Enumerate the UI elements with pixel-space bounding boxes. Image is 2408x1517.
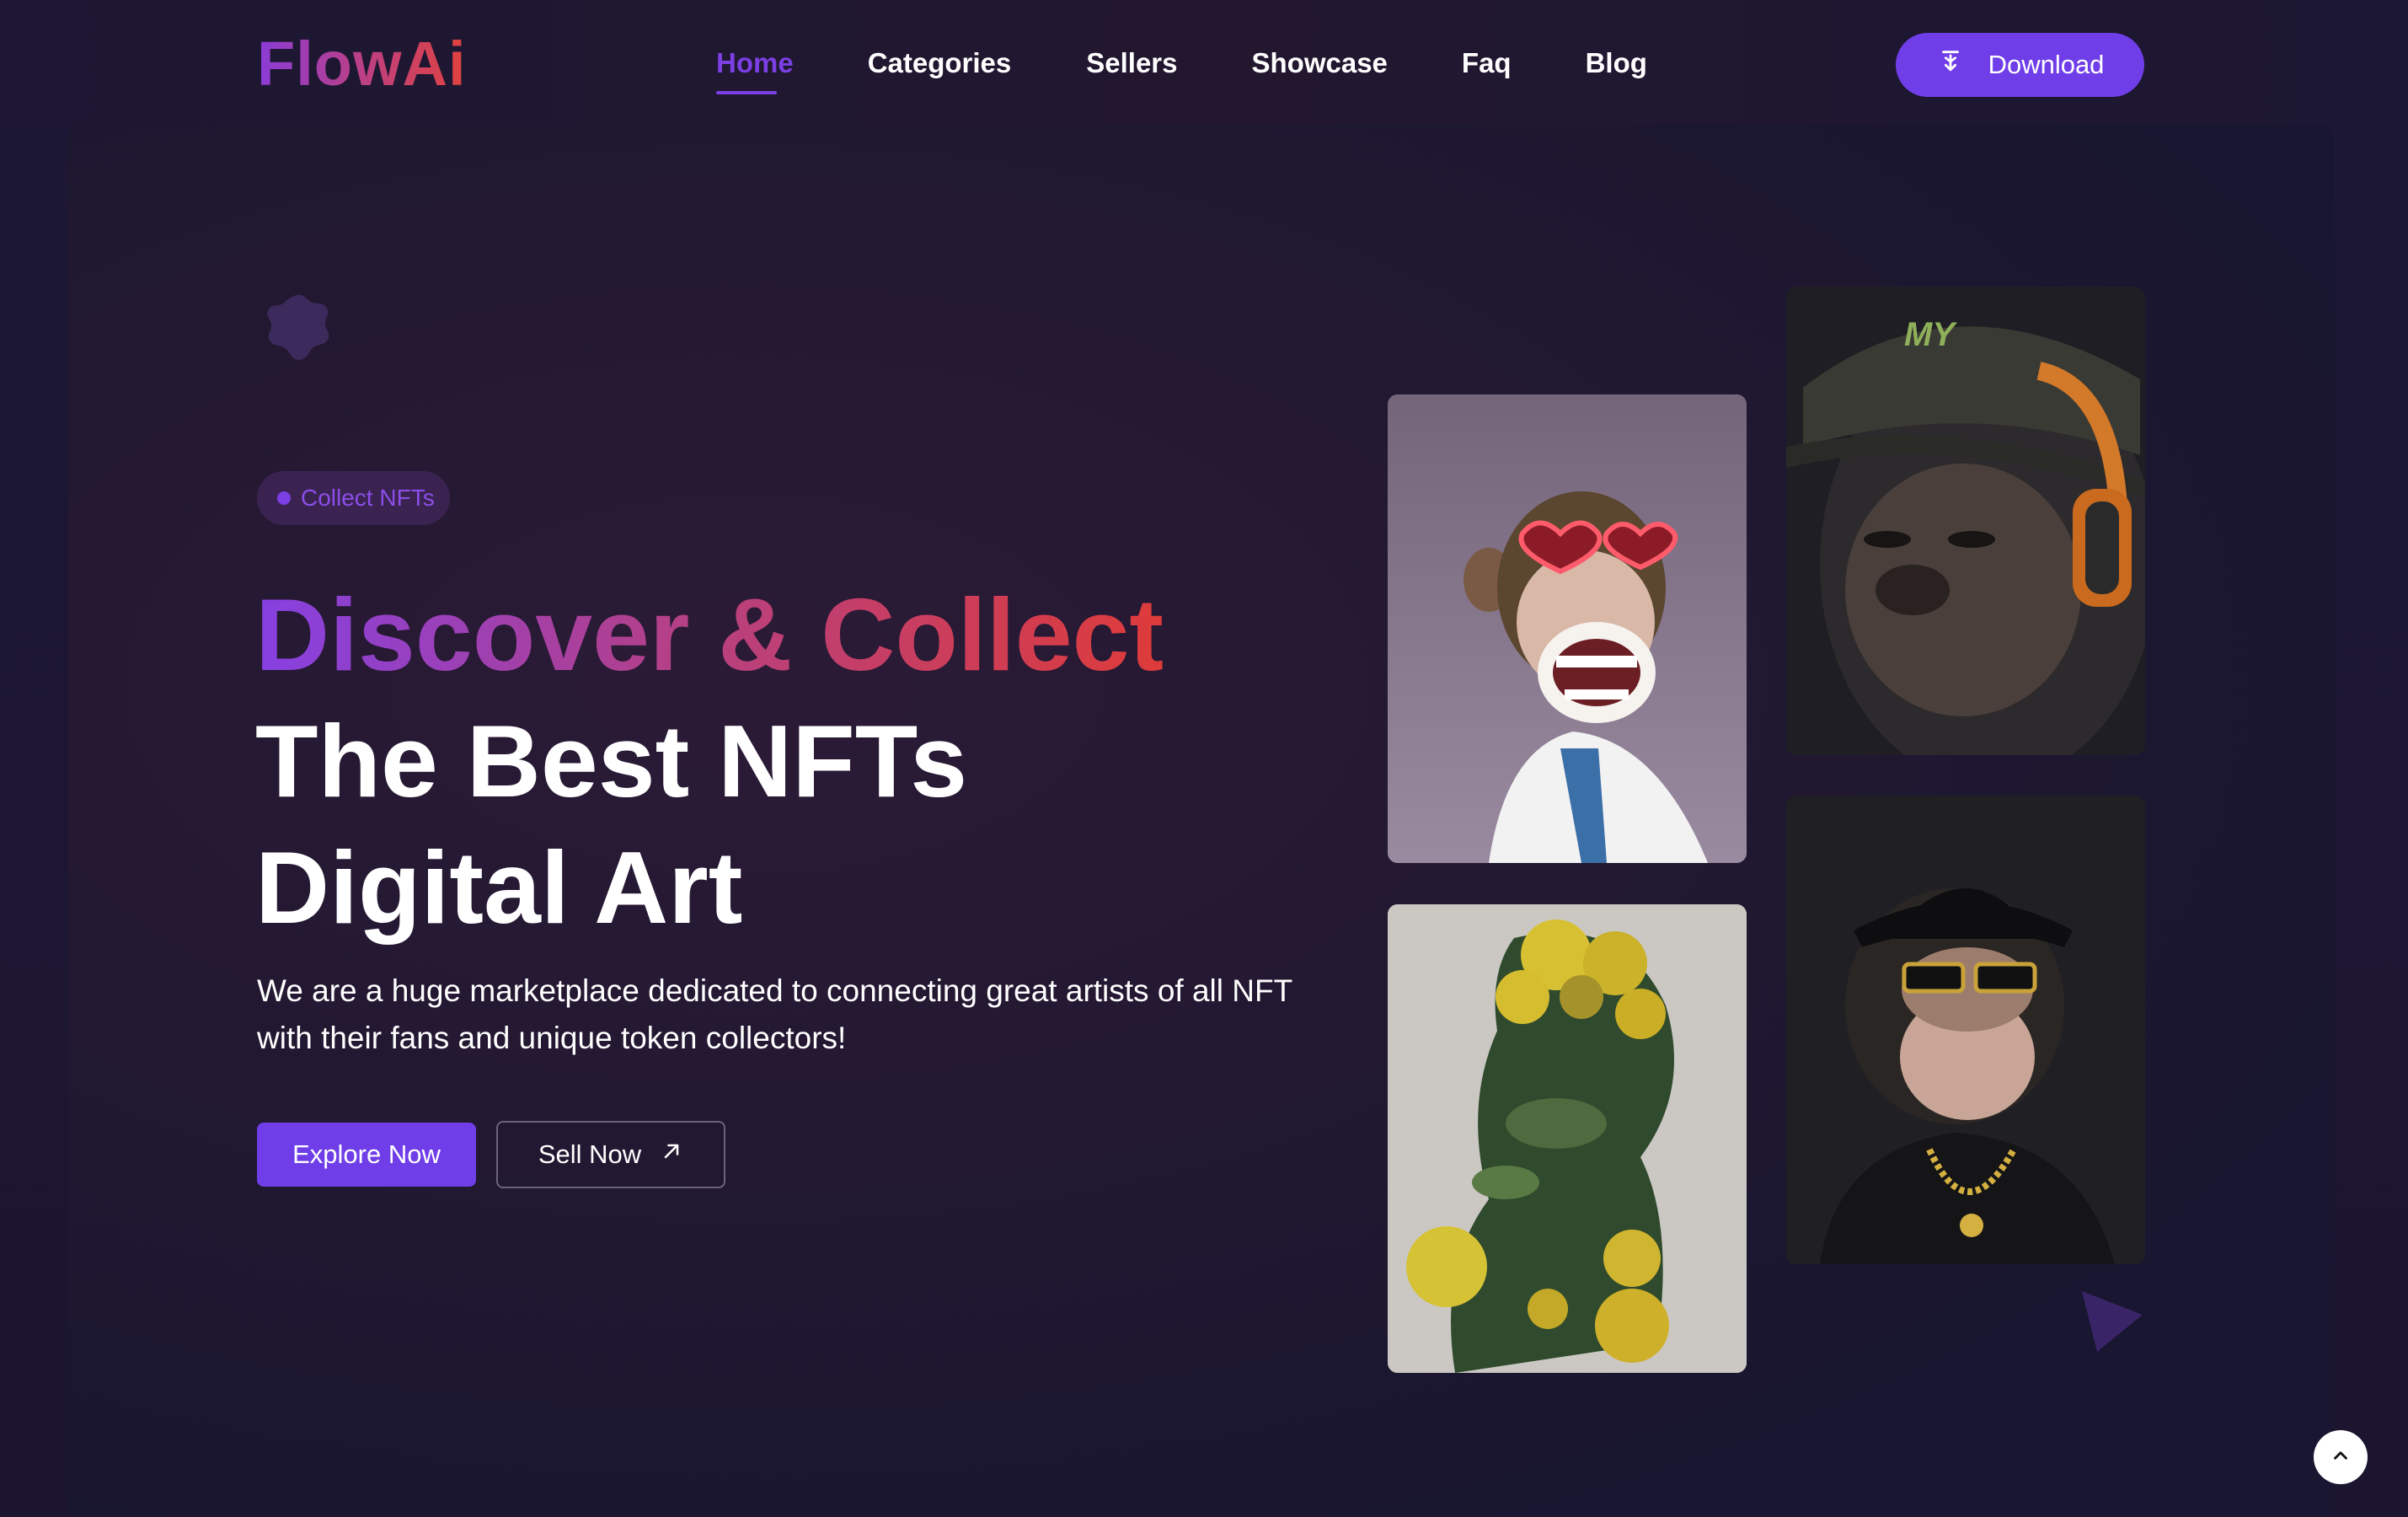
decorative-triangle-icon — [2082, 1291, 2143, 1352]
hero-heading-main: The Best NFTs Digital Art — [255, 704, 968, 945]
svg-text:MY: MY — [1904, 316, 1957, 353]
collect-badge: Collect NFTs — [257, 471, 450, 525]
scroll-to-top-button[interactable] — [2314, 1430, 2368, 1484]
download-icon — [1936, 47, 1965, 83]
download-button[interactable]: Download — [1896, 33, 2144, 97]
page: FlowAi Home Categories Sellers Showcase … — [0, 0, 2408, 1517]
hero-description: We are a huge marketplace dedicated to c… — [257, 973, 1292, 1055]
ape-heart-glasses-image — [1388, 394, 1747, 863]
ape-hat-chain-image — [1786, 796, 2145, 1264]
flower-portrait-image — [1388, 904, 1747, 1373]
nav-item-categories[interactable]: Categories — [868, 42, 1012, 93]
nft-card-flower-portrait[interactable] — [1388, 904, 1747, 1373]
badge-label: Collect NFTs — [301, 485, 435, 511]
nav-item-home[interactable]: Home — [716, 42, 794, 94]
nav-item-faq[interactable]: Faq — [1462, 42, 1512, 93]
sell-now-button[interactable]: Sell Now — [496, 1121, 725, 1188]
gorilla-headphones-image: MY — [1786, 287, 2145, 755]
nav-item-blog[interactable]: Blog — [1586, 42, 1647, 93]
download-label: Download — [1988, 50, 2105, 79]
decorative-blob-icon — [267, 295, 329, 360]
main-nav: Home Categories Sellers Showcase Faq Blo… — [716, 42, 1647, 94]
nft-card-ape-black-hat[interactable] — [1786, 796, 2145, 1264]
badge-dot-icon — [277, 491, 291, 505]
nav-item-sellers[interactable]: Sellers — [1086, 42, 1177, 93]
nft-card-gorilla-headphones[interactable]: MY — [1786, 287, 2145, 755]
hero-section: Collect NFTs Discover & Collect The Best… — [67, 125, 2334, 1517]
nav-item-showcase[interactable]: Showcase — [1252, 42, 1388, 93]
chevron-up-icon — [2330, 1445, 2352, 1471]
sell-now-label: Sell Now — [538, 1139, 642, 1169]
arrow-up-right-icon — [660, 1139, 683, 1170]
hero-heading-gradient: Discover & Collect — [255, 571, 1164, 698]
site-header: FlowAi Home Categories Sellers Showcase … — [0, 0, 2408, 126]
logo[interactable]: FlowAi — [257, 30, 467, 98]
nft-card-ape-heart-sunglasses[interactable] — [1388, 394, 1747, 863]
explore-now-button[interactable]: Explore Now — [257, 1123, 476, 1187]
